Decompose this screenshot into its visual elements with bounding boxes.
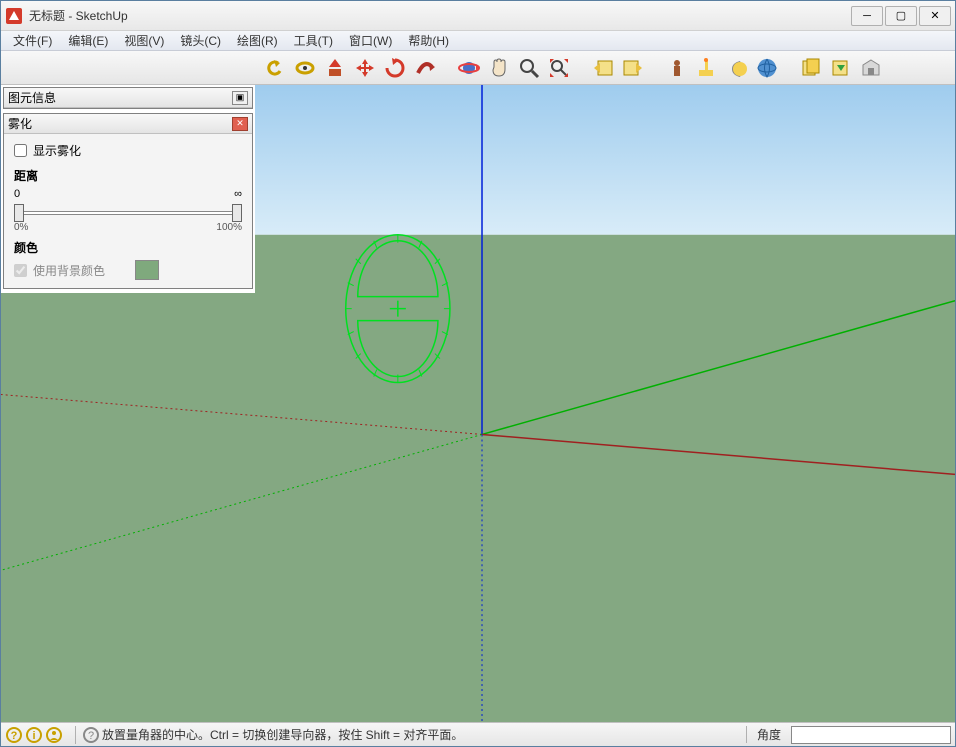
zoom-extents-icon[interactable] bbox=[545, 54, 573, 82]
app-icon bbox=[5, 7, 23, 25]
svg-text:?: ? bbox=[88, 730, 94, 742]
menu-view[interactable]: 视图(V) bbox=[116, 30, 172, 51]
follow-me-icon[interactable] bbox=[411, 54, 439, 82]
rotate-icon[interactable] bbox=[381, 54, 409, 82]
model-info-icon[interactable] bbox=[753, 54, 781, 82]
close-button[interactable]: ✕ bbox=[919, 6, 951, 26]
menu-help[interactable]: 帮助(H) bbox=[400, 30, 457, 51]
help-icon[interactable]: ? bbox=[5, 726, 23, 744]
show-fog-label: 显示雾化 bbox=[33, 142, 81, 159]
menu-draw[interactable]: 绘图(R) bbox=[229, 30, 286, 51]
statusbar: ? i ? 放置量角器的中心。Ctrl = 切换创建导向器，按住 Shift =… bbox=[1, 722, 955, 746]
status-hint: 放置量角器的中心。Ctrl = 切换创建导向器，按住 Shift = 对齐平面。 bbox=[100, 726, 746, 743]
fog-color-swatch[interactable] bbox=[135, 260, 159, 280]
slider-thumb-near[interactable] bbox=[14, 204, 24, 222]
menu-tools[interactable]: 工具(T) bbox=[286, 30, 341, 51]
minimize-button[interactable]: ─ bbox=[851, 6, 883, 26]
show-fog-row[interactable]: 显示雾化 bbox=[14, 142, 242, 159]
titlebar: 无标题 - SketchUp ─ ▢ ✕ bbox=[1, 1, 955, 31]
download-icon[interactable] bbox=[827, 54, 855, 82]
maximize-button[interactable]: ▢ bbox=[885, 6, 917, 26]
shadows-icon[interactable] bbox=[723, 54, 751, 82]
3d-warehouse-icon[interactable] bbox=[857, 54, 885, 82]
svg-text:?: ? bbox=[11, 730, 18, 742]
svg-text:i: i bbox=[32, 730, 35, 742]
slider-min-label: 0% bbox=[14, 222, 28, 233]
window-title: 无标题 - SketchUp bbox=[29, 7, 849, 24]
distance-label: 距离 bbox=[14, 167, 242, 184]
color-section-label: 颜色 bbox=[14, 239, 242, 256]
pan-icon[interactable] bbox=[485, 54, 513, 82]
slider-max-label: 100% bbox=[216, 222, 242, 233]
fog-title: 雾化 bbox=[8, 115, 32, 132]
slider-thumb-far[interactable] bbox=[232, 204, 242, 222]
vcb-label: 角度 bbox=[746, 726, 791, 743]
use-bg-color-checkbox[interactable] bbox=[14, 264, 27, 277]
vcb-input[interactable] bbox=[791, 726, 951, 744]
distance-min: 0 bbox=[14, 188, 20, 200]
distance-max: ∞ bbox=[234, 188, 242, 200]
menu-window[interactable]: 窗口(W) bbox=[341, 30, 400, 51]
menu-file[interactable]: 文件(F) bbox=[5, 30, 60, 51]
menubar: 文件(F) 编辑(E) 视图(V) 镜头(C) 绘图(R) 工具(T) 窗口(W… bbox=[1, 31, 955, 51]
show-fog-checkbox[interactable] bbox=[14, 144, 27, 157]
panel-collapse-button[interactable]: ▣ bbox=[232, 91, 248, 105]
entity-info-panel: 图元信息 ▣ bbox=[3, 87, 253, 109]
next-view-icon[interactable] bbox=[619, 54, 647, 82]
fog-panel: 雾化 ✕ 显示雾化 距离 0 ∞ bbox=[3, 113, 253, 289]
hint-icon: ? bbox=[82, 726, 100, 744]
layers-icon[interactable] bbox=[693, 54, 721, 82]
fog-distance-slider[interactable] bbox=[14, 202, 242, 222]
undo-icon[interactable] bbox=[261, 54, 289, 82]
prev-view-icon[interactable] bbox=[589, 54, 617, 82]
person-icon[interactable] bbox=[663, 54, 691, 82]
window-controls: ─ ▢ ✕ bbox=[849, 6, 951, 26]
zoom-icon[interactable] bbox=[515, 54, 543, 82]
move-icon[interactable] bbox=[351, 54, 379, 82]
toolbar bbox=[1, 51, 955, 85]
menu-edit[interactable]: 编辑(E) bbox=[60, 30, 116, 51]
push-pull-icon[interactable] bbox=[321, 54, 349, 82]
panel-close-button[interactable]: ✕ bbox=[232, 117, 248, 131]
redo-icon[interactable] bbox=[291, 54, 319, 82]
entity-info-title: 图元信息 bbox=[8, 89, 56, 106]
orbit-icon[interactable] bbox=[455, 54, 483, 82]
user-icon[interactable] bbox=[45, 726, 63, 744]
menu-camera[interactable]: 镜头(C) bbox=[172, 30, 229, 51]
outliner-icon[interactable] bbox=[797, 54, 825, 82]
use-bg-color-label: 使用背景颜色 bbox=[33, 262, 105, 279]
info-icon[interactable]: i bbox=[25, 726, 43, 744]
